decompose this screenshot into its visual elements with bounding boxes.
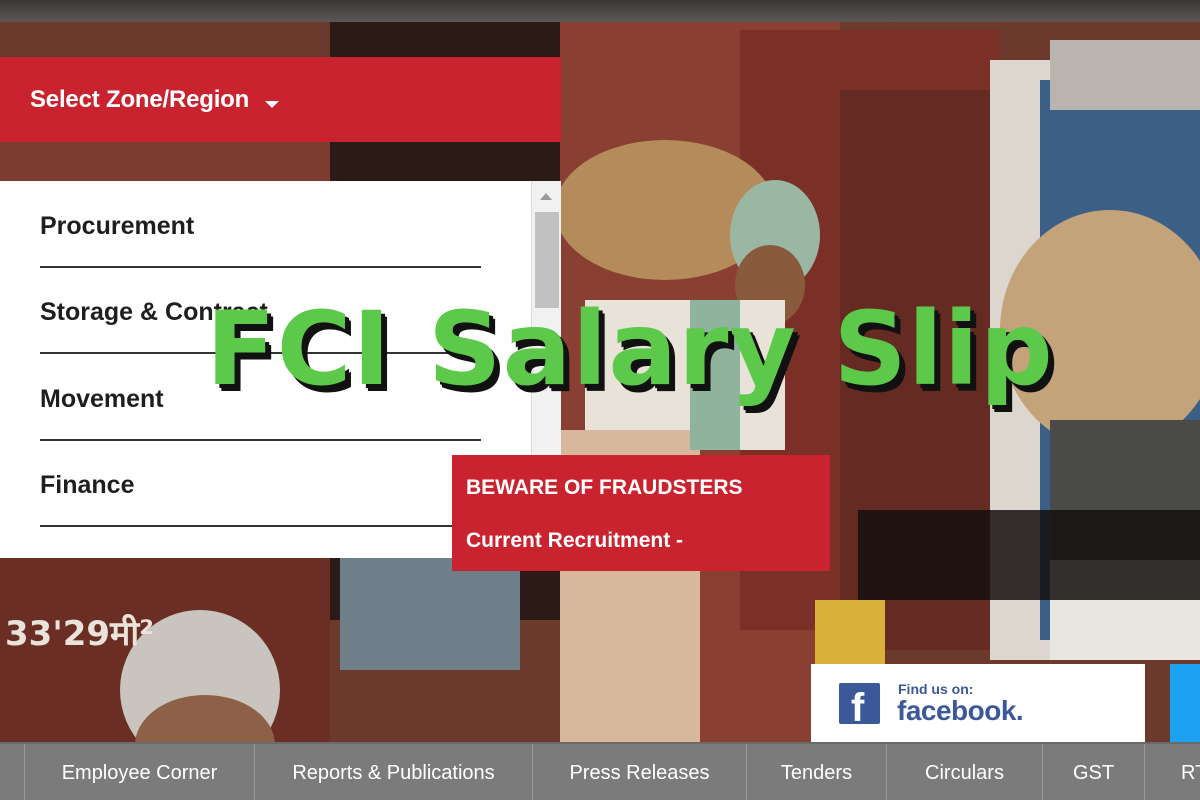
nav-gst[interactable]: GST xyxy=(1042,744,1144,800)
facebook-link[interactable]: f Find us on: facebook. xyxy=(811,664,1145,744)
news-box: BEWARE OF FRAUDSTERS Current Recruitment… xyxy=(452,455,830,571)
news-link-fraudsters[interactable]: BEWARE OF FRAUDSTERS xyxy=(466,475,830,501)
bottom-nav: Employee Corner Reports & Publications P… xyxy=(0,742,1200,800)
social-tab[interactable] xyxy=(1170,664,1200,744)
wagon-marking-text: 33'29मी² xyxy=(5,613,154,654)
overlay-title: FCI Salary Slip xyxy=(206,290,1054,409)
scroll-up-icon[interactable] xyxy=(540,193,552,200)
menu-item-label: Finance xyxy=(40,471,135,500)
nav-tenders[interactable]: Tenders xyxy=(746,744,886,800)
zone-region-select[interactable]: Select Zone/Region xyxy=(0,57,561,142)
menu-item-procurement[interactable]: Procurement xyxy=(40,181,481,268)
menu-item-label: Procurement xyxy=(40,211,195,240)
zone-region-label: Select Zone/Region xyxy=(30,85,250,113)
nav-employee-corner[interactable]: Employee Corner xyxy=(24,744,254,800)
nav-circulars[interactable]: Circulars xyxy=(886,744,1042,800)
menu-item-label: Movement xyxy=(40,384,164,413)
top-strip xyxy=(0,0,1200,22)
facebook-icon: f xyxy=(839,683,880,730)
nav-reports-publications[interactable]: Reports & Publications xyxy=(254,744,532,800)
menu-item-finance[interactable]: Finance xyxy=(40,441,481,527)
nav-rti[interactable]: RTI xyxy=(1144,744,1200,800)
chevron-down-icon xyxy=(265,101,280,108)
dark-banner xyxy=(858,510,1200,600)
news-link-recruitment[interactable]: Current Recruitment - xyxy=(466,528,830,554)
facebook-wordmark: facebook. xyxy=(897,695,1024,726)
nav-press-releases[interactable]: Press Releases xyxy=(532,744,746,800)
